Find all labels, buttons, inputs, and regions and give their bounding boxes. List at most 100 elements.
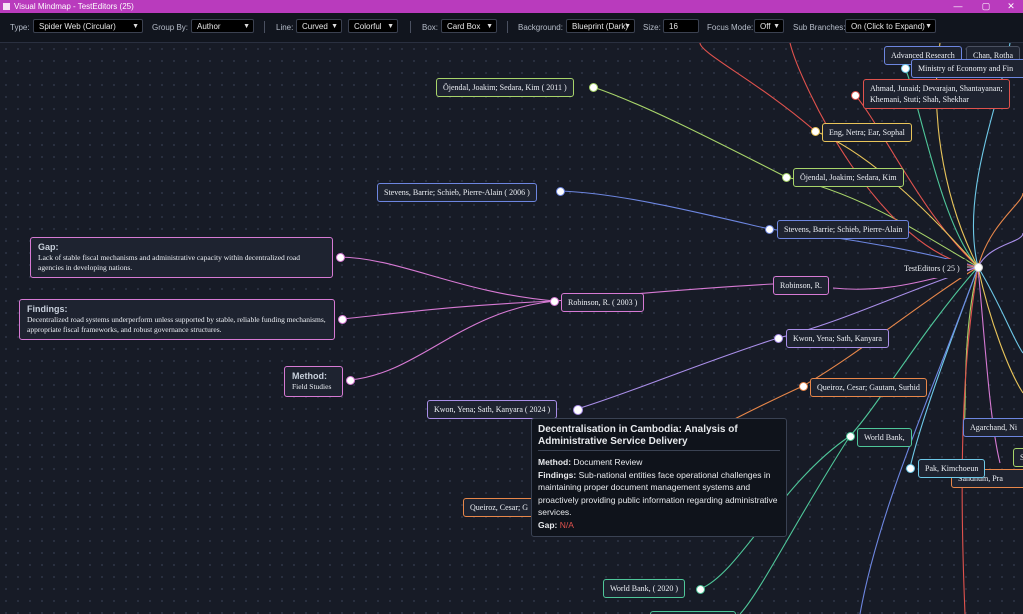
node-handle[interactable] <box>782 173 791 182</box>
node-handle[interactable] <box>550 297 559 306</box>
minimize-button[interactable]: — <box>946 0 970 13</box>
branch-node[interactable]: Ministry of Economy and Fin <box>911 59 1023 78</box>
node-label: Robinson, R. ( 2003 ) <box>568 298 638 307</box>
group-by-label: Group By: <box>152 23 189 32</box>
branch-node[interactable]: Stevens, Barrie; Schieb, Pierre-Alain <box>777 220 910 239</box>
edge <box>961 266 979 614</box>
findings-heading: Findings: <box>27 304 68 314</box>
branch-node[interactable]: Kwon, Yena; Sath, Kanyara <box>786 329 889 348</box>
findings-text: Decentralized road systems underperform … <box>27 315 326 334</box>
node-handle[interactable] <box>774 334 783 343</box>
toolbar: Type: Spider Web (Circular) ▼ Group By: A… <box>0 13 1023 43</box>
branch-node[interactable]: S <box>1013 448 1023 467</box>
node-handle[interactable] <box>589 83 598 92</box>
line-label: Line: <box>276 23 294 32</box>
method-heading: Method: <box>292 371 327 381</box>
node-label: Kwon, Yena; Sath, Kanyara <box>793 334 882 343</box>
node-handle[interactable] <box>346 376 355 385</box>
close-button[interactable]: ✕ <box>999 0 1023 13</box>
focus-mode-select-value: Off <box>760 22 771 31</box>
edge <box>909 266 979 469</box>
sub-branches-select[interactable]: On (Click to Expand) ▼ <box>845 19 936 33</box>
branch-node[interactable]: Ahmad, Junaid; Devarajan, Shantayanan; Kh… <box>863 79 1010 109</box>
node-label: World Bank, <box>864 433 905 442</box>
year-node[interactable]: Kwon, Yena; Sath, Kanyara ( 2024 ) <box>427 400 558 419</box>
mindmap-canvas[interactable]: Advanced Research Chan, Rotha Ministry o… <box>0 43 1023 614</box>
type-select-value: Spider Web (Circular) <box>39 22 116 31</box>
branch-node[interactable]: World Bank, <box>857 428 912 447</box>
focus-mode-select[interactable]: Off ▼ <box>754 19 784 33</box>
node-label: Eng, Netra; Ear, Sophal <box>829 128 905 137</box>
line-style-select-value: Curved <box>302 22 328 31</box>
line-color-select[interactable]: Colorful ▼ <box>348 19 398 33</box>
branch-node[interactable]: Pak, Kimchoeun <box>918 459 986 478</box>
branch-node[interactable]: Eng, Netra; Ear, Sophal <box>822 123 912 142</box>
tooltip-title: Decentralisation in Cambodia: Analysis o… <box>538 424 780 451</box>
node-handle[interactable] <box>851 91 860 100</box>
chevron-down-icon: ▼ <box>925 23 932 30</box>
edge <box>814 130 979 268</box>
sub-branches-label: Sub Branches: <box>793 23 846 32</box>
line-style-select[interactable]: Curved ▼ <box>296 19 342 33</box>
background-select[interactable]: Blueprint (Dark) ▼ <box>566 19 635 33</box>
background-label: Background: <box>518 23 563 32</box>
box-select-value: Card Box <box>447 22 481 31</box>
type-select[interactable]: Spider Web (Circular) ▼ <box>33 19 143 33</box>
branch-node[interactable]: Queiroz, Cesar; Gautam, Surhid <box>810 378 927 397</box>
node-handle[interactable] <box>811 127 820 136</box>
findings-detail-node[interactable]: Findings: Decentralized road systems unde… <box>19 299 335 340</box>
branch-node[interactable]: Robinson, R. <box>773 276 830 295</box>
app-icon <box>3 3 10 10</box>
node-label: Robinson, R. <box>780 281 823 290</box>
edge <box>592 86 787 178</box>
year-node[interactable]: World Bank, ( 2020 ) <box>603 579 686 598</box>
group-by-select[interactable]: Author ▼ <box>191 19 254 33</box>
node-label: Öjendal, Joakim; Sedara, Kim ( 2011 ) <box>443 83 567 92</box>
node-handle[interactable] <box>696 585 705 594</box>
node-handle[interactable] <box>799 382 808 391</box>
divider <box>410 21 411 33</box>
gap-text: Lack of stable fiscal mechanisms and adm… <box>38 253 300 272</box>
tooltip-findings-label: Findings: <box>538 469 577 480</box>
node-handle[interactable] <box>906 464 915 473</box>
size-input[interactable]: 16 <box>663 19 699 33</box>
edge <box>559 190 770 230</box>
edge <box>977 266 1023 394</box>
tooltip-findings: Findings: Sub-national entities face ope… <box>538 469 780 519</box>
chevron-down-icon: ▼ <box>486 23 493 30</box>
tooltip-method-label: Method: <box>538 457 572 467</box>
node-handle[interactable] <box>338 315 347 324</box>
divider <box>264 21 265 33</box>
method-text: Field Studies <box>292 382 332 391</box>
branch-node[interactable]: Öjendal, Joakim; Sedara, Kim <box>793 168 904 187</box>
chevron-down-icon: ▼ <box>331 23 338 30</box>
gap-heading: Gap: <box>38 242 59 252</box>
node-label: Ministry of Economy and Fin <box>918 64 1014 73</box>
node-handle[interactable] <box>765 225 774 234</box>
node-handle[interactable] <box>336 253 345 262</box>
node-label: Pak, Kimchoeun <box>925 464 979 473</box>
node-handle[interactable] <box>573 405 583 415</box>
node-handle[interactable] <box>846 432 855 441</box>
tooltip-method: Method: Document Review <box>538 456 780 469</box>
paper-tooltip: Decentralisation in Cambodia: Analysis o… <box>531 418 787 537</box>
maximize-button[interactable]: ▢ <box>974 0 998 13</box>
node-label: Stevens, Barrie; Schieb, Pierre-Alain <box>784 225 903 234</box>
center-handle[interactable] <box>974 263 983 272</box>
year-node[interactable]: Robinson, R. ( 2003 ) <box>561 293 645 312</box>
year-node[interactable]: Stevens, Barrie; Schieb, Pierre-Alain ( … <box>377 183 537 202</box>
year-node[interactable]: Öjendal, Joakim; Sedara, Kim ( 2011 ) <box>436 78 574 97</box>
node-label: Queiroz, Cesar; Gautam, Surhid <box>817 383 920 392</box>
node-handle[interactable] <box>556 187 565 196</box>
box-select[interactable]: Card Box ▼ <box>441 19 497 33</box>
center-node-label: TestEditors ( 25 ) <box>904 264 960 273</box>
node-handle[interactable] <box>901 64 910 73</box>
edge <box>339 256 556 302</box>
method-detail-node[interactable]: Method: Field Studies <box>284 366 343 397</box>
gap-detail-node[interactable]: Gap: Lack of stable fiscal mechanisms and… <box>30 237 333 278</box>
focus-mode-label: Focus Mode: <box>707 23 754 32</box>
node-label: World Bank, ( 2020 ) <box>610 584 679 593</box>
branch-node[interactable]: Agarchand, Ni <box>963 418 1023 437</box>
center-node[interactable]: TestEditors ( 25 ) <box>897 259 967 278</box>
edge <box>977 232 1023 268</box>
